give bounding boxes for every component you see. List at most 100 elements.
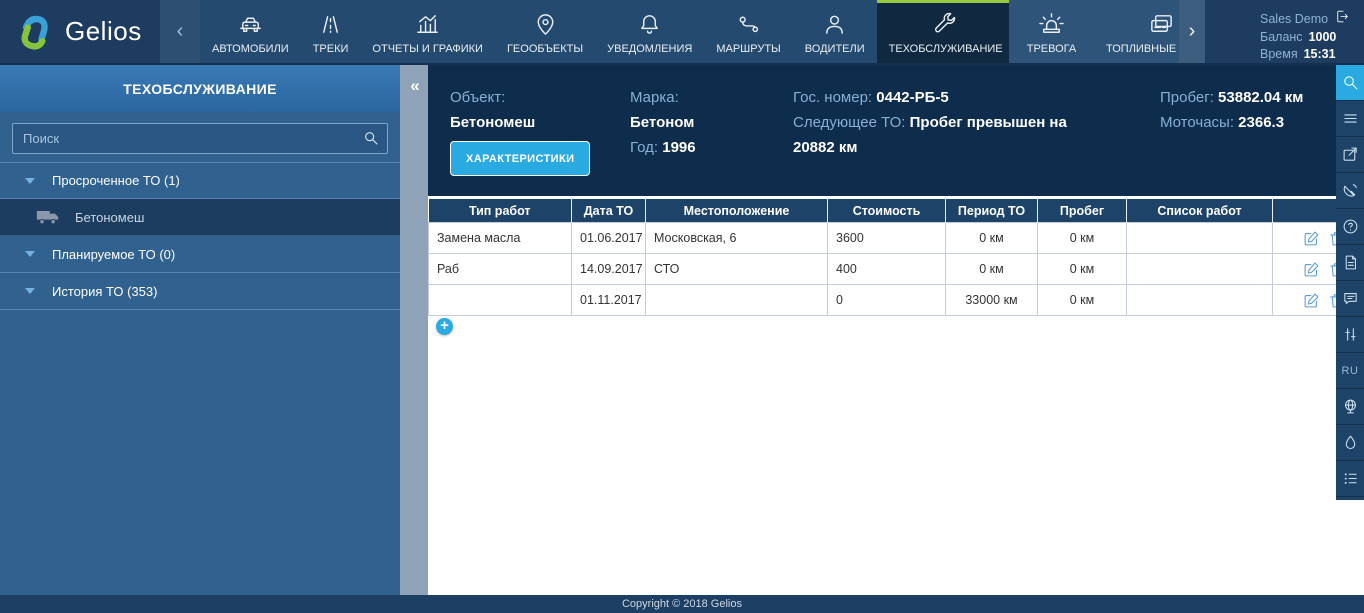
copyright-text: Copyright © 2018 Gelios [622, 598, 742, 610]
cell-work-type: Раб [429, 254, 572, 285]
balance-label: Баланс [1260, 29, 1303, 46]
cell-mileage: 0 км [1038, 223, 1127, 254]
edit-icon[interactable] [1303, 230, 1320, 247]
nav-item-label: ТОПЛИВНЫЕ КАРТЫ [1106, 43, 1179, 55]
nav-scroll-right-chevron-icon[interactable]: › [1179, 0, 1205, 63]
cell-period: 0 км [946, 254, 1038, 285]
table-header-row: Тип работ Дата ТО Местоположение Стоимос… [429, 200, 1364, 223]
toolbar-list-button[interactable] [1336, 461, 1364, 497]
list-icon [1342, 470, 1359, 487]
nav-item-label: ТРЕВОГА [1027, 43, 1076, 55]
logout-icon[interactable] [1334, 9, 1349, 29]
globe-icon [1342, 398, 1359, 415]
cell-location [646, 285, 828, 316]
nav-item-geoobjects[interactable]: ГЕООБЪЕКТЫ [495, 0, 595, 63]
add-record-button[interactable]: + [436, 318, 453, 335]
road-icon [317, 11, 344, 38]
mileage-value: 53882.04 км [1218, 89, 1303, 106]
tree-group-planned[interactable]: Планируемое ТО (0) [0, 236, 400, 273]
toolbar-menu-button[interactable] [1336, 101, 1364, 137]
tree-group-label: Просроченное ТО (1) [52, 173, 180, 188]
nav-item-drivers[interactable]: ВОДИТЕЛИ [793, 0, 877, 63]
tree-item-label: Бетономеш [75, 210, 144, 225]
vehicle-info-panel: Объект: Бетономеш ХАРАКТЕРИСТИКИ Марка: … [428, 65, 1364, 196]
toolbar-chat-button[interactable] [1336, 281, 1364, 317]
col-header-period: Период ТО [946, 200, 1038, 223]
nav-item-label: ВОДИТЕЛИ [805, 43, 865, 55]
search-icon [1342, 74, 1359, 91]
right-toolbar: RU [1336, 65, 1364, 500]
sidebar-title: ТЕХОБСЛУЖИВАНИЕ [0, 65, 400, 112]
table-row: 01.11.2017 0 33000 км 0 км [429, 285, 1364, 316]
nav-item-label: ОТЧЕТЫ И ГРАФИКИ [372, 43, 483, 55]
hours-label: Моточасы: [1160, 114, 1234, 131]
tree-item-vehicle-selected[interactable]: Бетономеш [0, 199, 400, 236]
collapse-sidebar-icon[interactable]: « [400, 75, 428, 97]
nav-item-vehicles[interactable]: АВТОМОБИЛИ [200, 0, 301, 63]
col-header-work-list: Список работ [1127, 200, 1273, 223]
cell-mileage: 0 км [1038, 285, 1127, 316]
fuel-cards-icon [1148, 11, 1175, 38]
table-row: Замена масла 01.06.2017 Московская, 6 36… [429, 223, 1364, 254]
search-input[interactable] [12, 123, 388, 154]
menu-icon [1342, 110, 1359, 127]
edit-icon[interactable] [1303, 292, 1320, 309]
cell-cost: 3600 [828, 223, 946, 254]
sidebar-collapse-strip: « [400, 65, 428, 595]
object-value: Бетономеш [450, 114, 535, 131]
toolbar-expand-button[interactable] [1336, 137, 1364, 173]
expand-icon [1342, 146, 1359, 163]
mileage-label: Пробег: [1160, 89, 1214, 106]
toolbar-satellite-button[interactable] [1336, 173, 1364, 209]
chevron-down-icon [25, 288, 35, 294]
help-icon [1342, 218, 1359, 235]
cell-cost: 0 [828, 285, 946, 316]
nav-item-maintenance[interactable]: ТЕХОБСЛУЖИВАНИЕ [877, 0, 1009, 63]
cell-work-list [1127, 285, 1273, 316]
chevron-down-icon [25, 178, 35, 184]
nav-item-label: АВТОМОБИЛИ [212, 43, 289, 55]
nav-item-reports[interactable]: ОТЧЕТЫ И ГРАФИКИ [360, 0, 495, 63]
toolbar-fuel-button[interactable] [1336, 425, 1364, 461]
hours-value: 2366.3 [1238, 114, 1284, 131]
nav-item-routes[interactable]: МАРШРУТЫ [704, 0, 792, 63]
cell-work-type: Замена масла [429, 223, 572, 254]
nav-item-label: УВЕДОМЛЕНИЯ [607, 43, 692, 55]
siren-icon [1038, 11, 1065, 38]
nav-item-label: ТЕХОБСЛУЖИВАНИЕ [889, 43, 1003, 55]
plate-value: 0442-РБ-5 [876, 89, 949, 106]
plate-label: Гос. номер: [793, 89, 872, 106]
search-icon [363, 130, 379, 146]
logo-block[interactable]: Gelios [0, 0, 160, 63]
toolbar-report-button[interactable] [1336, 245, 1364, 281]
edit-icon[interactable] [1303, 261, 1320, 278]
satellite-dish-icon [1342, 182, 1359, 199]
tree-group-history[interactable]: История ТО (353) [0, 273, 400, 310]
nav-item-alarm[interactable]: ТРЕВОГА [1009, 0, 1094, 63]
toolbar-help-button[interactable] [1336, 209, 1364, 245]
nav-scroll-left-chevron-icon[interactable]: ‹ [160, 0, 200, 63]
toolbar-settings-button[interactable] [1336, 317, 1364, 353]
characteristics-button[interactable]: ХАРАКТЕРИСТИКИ [450, 141, 590, 176]
cell-work-list [1127, 254, 1273, 285]
nav-item-tracks[interactable]: ТРЕКИ [301, 0, 361, 63]
cell-period: 33000 км [946, 285, 1038, 316]
language-switcher[interactable]: RU [1336, 353, 1364, 389]
main-navigation: АВТОМОБИЛИ ТРЕКИ ОТЧЕТЫ И ГРАФИКИ ГЕООБЪ… [200, 0, 1009, 63]
year-label: Год: [630, 139, 658, 156]
nav-item-notifications[interactable]: УВЕДОМЛЕНИЯ [595, 0, 704, 63]
object-label: Объект: [450, 89, 505, 106]
truck-icon [36, 208, 60, 226]
time-label: Время [1260, 46, 1298, 63]
nav-item-fuel-cards[interactable]: ТОПЛИВНЫЕ КАРТЫ [1094, 0, 1179, 63]
bell-icon [636, 11, 663, 38]
main-navigation-overflow: ТРЕВОГА ТОПЛИВНЫЕ КАРТЫ [1009, 0, 1179, 63]
sidebar-search [12, 123, 388, 154]
tree-group-overdue[interactable]: Просроченное ТО (1) [0, 162, 400, 199]
cell-location: Московская, 6 [646, 223, 828, 254]
brand-value: Бетоном [630, 114, 694, 131]
toolbar-search-button[interactable] [1336, 65, 1364, 101]
col-header-cost: Стоимость [828, 200, 946, 223]
cell-date: 01.11.2017 [572, 285, 646, 316]
toolbar-globe-button[interactable] [1336, 389, 1364, 425]
